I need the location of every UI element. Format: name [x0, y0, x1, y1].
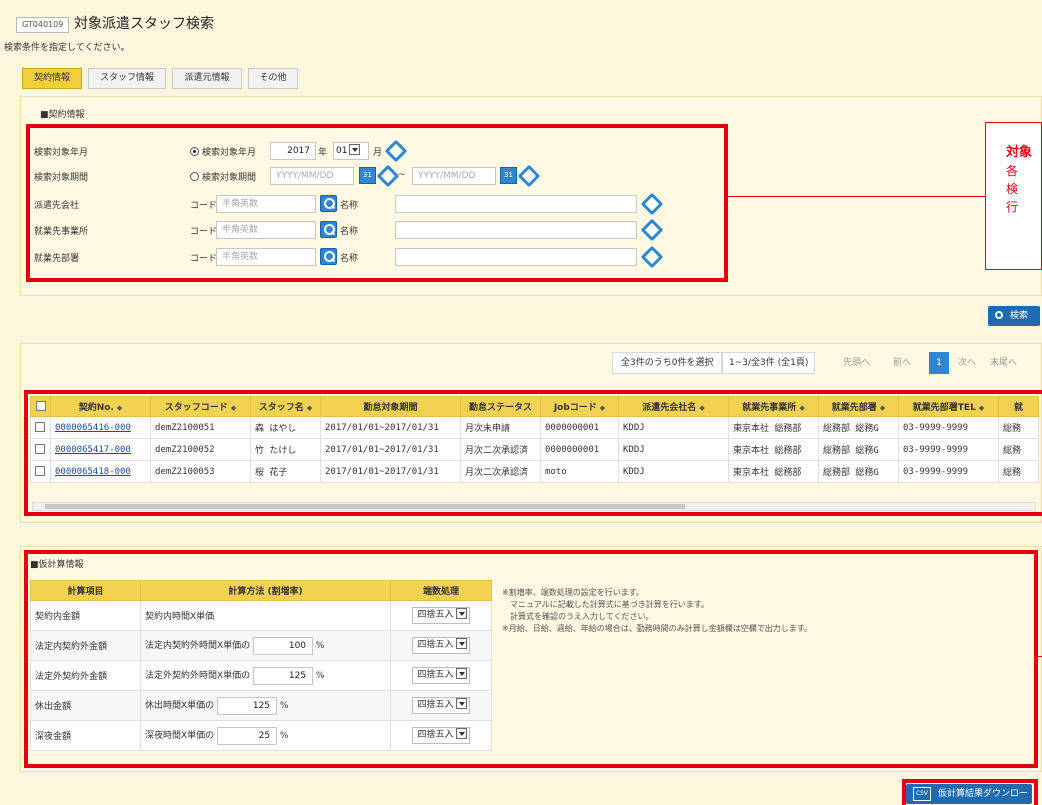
- callout-line-2: 各: [1006, 164, 1019, 178]
- page-title: 対象派遣スタッフ検索: [74, 16, 214, 32]
- pager-first[interactable]: 先頭へ: [843, 352, 870, 374]
- tab-contract-info[interactable]: 契約情報: [22, 68, 82, 89]
- tab-staff-info[interactable]: スタッフ情報: [88, 68, 166, 89]
- page-range: 1~3/全3件 (全1頁): [722, 352, 816, 374]
- pager-next[interactable]: 次へ: [958, 352, 976, 374]
- highlight-results: [24, 390, 1042, 516]
- contract-section-title: ■契約情報: [40, 110, 85, 120]
- search-button[interactable]: 検索: [988, 306, 1040, 326]
- callout-line-4: 行: [1006, 200, 1019, 214]
- search-icon: [995, 311, 1003, 319]
- selection-count: 全3件のうち0件を選択: [612, 352, 723, 374]
- search-button-label: 検索: [1010, 311, 1029, 321]
- callout-line-1: 対象: [1006, 145, 1033, 160]
- highlight-calc: [24, 550, 1038, 768]
- calc-connector: [1038, 656, 1042, 657]
- callout-line-3: 検: [1006, 182, 1019, 196]
- page-instructions: 検索条件を指定してください。: [4, 43, 130, 53]
- screen-id: GT040109: [16, 17, 70, 33]
- highlight-search-conditions: [26, 124, 728, 282]
- pager-prev[interactable]: 前へ: [893, 352, 911, 374]
- pager-current[interactable]: 1: [929, 352, 949, 374]
- tab-dispatcher-info[interactable]: 派遣元情報: [172, 68, 242, 89]
- pager-last[interactable]: 末尾へ: [990, 352, 1017, 374]
- callout-note: 対象 各 検 行: [985, 122, 1042, 270]
- callout-connector: [728, 196, 985, 197]
- highlight-download: [902, 779, 1038, 805]
- tab-other[interactable]: その他: [248, 68, 298, 89]
